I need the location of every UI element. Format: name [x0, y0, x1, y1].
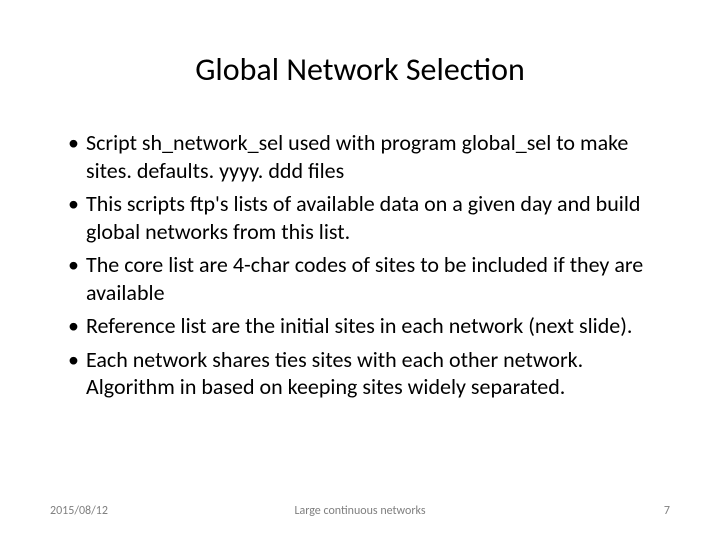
list-item: Each network shares ties sites with each…: [68, 346, 670, 401]
list-item: The core list are 4-char codes of sites …: [68, 251, 670, 306]
slide-title: Global Network Selection: [50, 50, 670, 89]
list-item: This scripts ftp's lists of available da…: [68, 190, 670, 245]
bullet-list: Script sh_network_sel used with program …: [50, 129, 670, 401]
page-number: 7: [664, 504, 670, 518]
slide-body: Script sh_network_sel used with program …: [50, 129, 670, 401]
list-item: Script sh_network_sel used with program …: [68, 129, 670, 184]
list-item: Reference list are the initial sites in …: [68, 312, 670, 340]
footer-title: Large continuous networks: [0, 504, 720, 518]
slide: Global Network Selection Script sh_netwo…: [0, 0, 720, 540]
footer: 2015/08/12 Large continuous networks 7: [0, 504, 720, 518]
footer-date: 2015/08/12: [50, 504, 108, 518]
